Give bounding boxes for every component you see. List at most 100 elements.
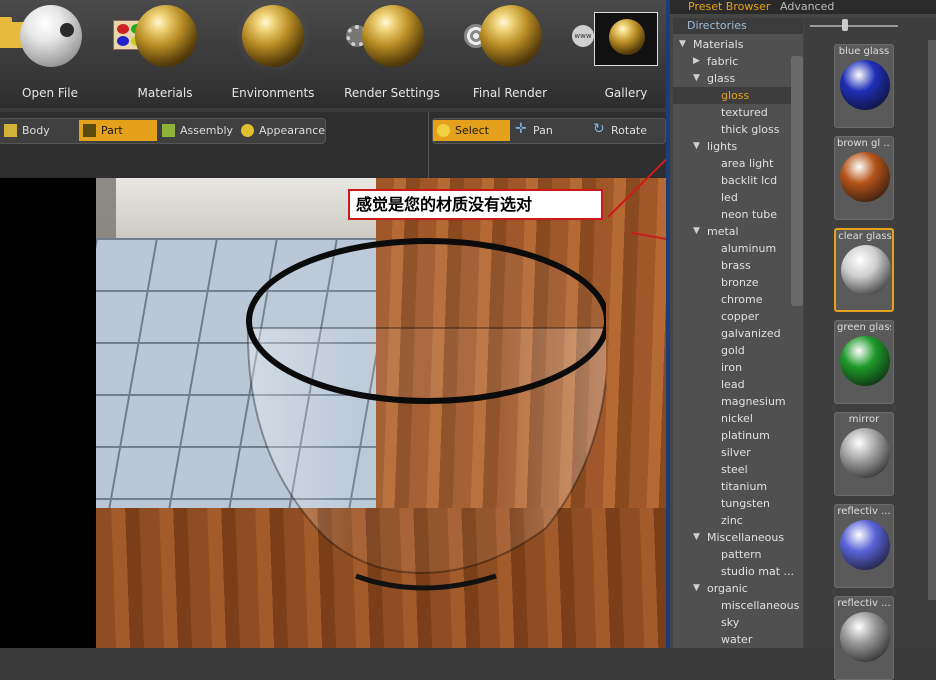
tree-item-gold[interactable]: gold: [673, 342, 791, 359]
gallery-sphere: [609, 19, 645, 55]
tree-item-silver[interactable]: silver: [673, 444, 791, 461]
preset-label: green glass: [837, 322, 891, 333]
select-button[interactable]: Select: [433, 120, 510, 141]
preset-label: clear glass: [838, 231, 892, 242]
panel-tabs: Preset Browser Advanced: [670, 0, 936, 14]
pan-button[interactable]: ✛ Pan: [511, 120, 588, 141]
select-cursor-icon: [437, 124, 450, 137]
preset-scrollbar[interactable]: [928, 40, 936, 600]
toolbar-label: Render Settings: [344, 86, 440, 100]
rotate-icon: ↻: [593, 121, 605, 137]
material-preview-ball: [840, 520, 890, 570]
material-preview-ball: [840, 152, 890, 202]
tree-item-galvanized[interactable]: galvanized: [673, 325, 791, 342]
preset-label: mirror: [848, 414, 880, 425]
button-label: Body: [22, 124, 50, 137]
tree-item-studio-mat[interactable]: studio mat ...: [673, 563, 794, 580]
expand-arrow-icon[interactable]: ▼: [693, 223, 700, 240]
tree-item-led[interactable]: led: [673, 189, 791, 206]
expand-arrow-icon[interactable]: ▼: [693, 580, 700, 597]
render-viewport[interactable]: [0, 178, 666, 648]
body-button[interactable]: Body: [0, 120, 78, 141]
tree-item-chrome[interactable]: chrome: [673, 291, 791, 308]
toolbar-final-render[interactable]: Final Render: [450, 0, 570, 108]
tree-item-materials[interactable]: ▼ Materials: [673, 36, 791, 53]
tree-item-zinc[interactable]: zinc: [673, 512, 791, 529]
annotation-callout: 感觉是您的材质没有选对: [348, 189, 603, 220]
expand-arrow-icon[interactable]: ▼: [693, 70, 700, 87]
collapse-arrow-icon[interactable]: ▶: [693, 53, 700, 70]
expand-arrow-icon[interactable]: ▼: [693, 138, 700, 155]
tree-item-gloss[interactable]: gloss: [673, 87, 791, 104]
tree-item-copper[interactable]: copper: [673, 308, 791, 325]
tree-item-textured[interactable]: textured: [673, 104, 791, 121]
preset-swatch[interactable]: blue glass: [834, 44, 894, 128]
gold-sphere-icon: [480, 5, 542, 67]
toolbar-render-settings[interactable]: Render Settings: [332, 0, 452, 108]
tree-item-label: platinum: [721, 429, 770, 442]
tree-item-brass[interactable]: brass: [673, 257, 791, 274]
preset-swatch[interactable]: clear glass: [834, 228, 894, 312]
tree-item-neon-tube[interactable]: neon tube: [673, 206, 791, 223]
tree-item-nickel[interactable]: nickel: [673, 410, 791, 427]
part-button[interactable]: Part: [79, 120, 157, 141]
preset-label: blue glass: [838, 46, 890, 57]
tree-item-fabric[interactable]: ▶ fabric: [673, 53, 791, 70]
tree-item-metal[interactable]: ▼ metal: [673, 223, 791, 240]
rendered-scene: [96, 178, 666, 648]
material-preview-ball: [840, 336, 890, 386]
tree-item-label: organic: [707, 582, 748, 595]
tree-item-miscellaneous[interactable]: ▼ Miscellaneous: [673, 529, 791, 546]
toolbar-environments[interactable]: Environments: [213, 0, 333, 108]
tree-item-organic[interactable]: ▼ organic: [673, 580, 791, 597]
toolbar-open-file[interactable]: Open File: [0, 0, 110, 108]
tree-item-thick-gloss[interactable]: thick gloss: [673, 121, 791, 138]
tree-item-area-light[interactable]: area light: [673, 155, 791, 172]
tab-preset-browser[interactable]: Preset Browser: [688, 0, 770, 14]
preset-swatch[interactable]: reflectiv ...: [834, 596, 894, 680]
pan-arrows-icon: ✛: [515, 121, 527, 137]
part-icon: [83, 124, 96, 137]
tree-item-label: Materials: [693, 38, 744, 51]
expand-arrow-icon[interactable]: ▼: [679, 36, 686, 53]
tree-item-tungsten[interactable]: tungsten: [673, 495, 791, 512]
expand-arrow-icon[interactable]: ▼: [693, 529, 700, 546]
tree-item-backlit-lcd[interactable]: backlit lcd: [673, 172, 791, 189]
tree-item-platinum[interactable]: platinum: [673, 427, 791, 444]
thumbnail-size-slider[interactable]: [810, 25, 898, 27]
tree-item-label: textured: [721, 106, 768, 119]
toolbar-label: Environments: [231, 86, 315, 100]
www-icon: www: [572, 25, 594, 47]
directory-scrollbar[interactable]: [791, 56, 803, 306]
tree-item-magnesium[interactable]: magnesium: [673, 393, 791, 410]
tree-item-glass[interactable]: ▼ glass: [673, 70, 791, 87]
tree-item-pattern[interactable]: pattern: [673, 546, 791, 563]
tree-item-bronze[interactable]: bronze: [673, 274, 791, 291]
preset-swatch[interactable]: brown gl ...: [834, 136, 894, 220]
gold-sphere-icon: [362, 5, 424, 67]
tree-item-label: copper: [721, 310, 760, 323]
tree-item-label: thick gloss: [721, 123, 780, 136]
preset-swatch[interactable]: green glass: [834, 320, 894, 404]
tree-item-titanium[interactable]: titanium: [673, 478, 791, 495]
preset-swatch[interactable]: mirror: [834, 412, 894, 496]
material-preview-ball: [841, 245, 891, 295]
tree-item-water[interactable]: water: [673, 631, 791, 648]
tree-item-steel[interactable]: steel: [673, 461, 791, 478]
tree-item-lights[interactable]: ▼ lights: [673, 138, 791, 155]
tree-item-iron[interactable]: iron: [673, 359, 791, 376]
tree-item-miscellaneous[interactable]: miscellaneous: [673, 597, 799, 614]
preset-swatch[interactable]: reflectiv ...: [834, 504, 894, 588]
tab-advanced[interactable]: Advanced: [780, 0, 834, 14]
assembly-button[interactable]: Assembly: [158, 120, 236, 141]
appearance-button[interactable]: Appearance: [237, 120, 325, 141]
rotate-button[interactable]: ↻ Rotate: [589, 120, 664, 141]
tree-item-lead[interactable]: lead: [673, 376, 791, 393]
tree-item-label: titanium: [721, 480, 768, 493]
tree-item-aluminum[interactable]: aluminum: [673, 240, 791, 257]
slider-handle[interactable]: [842, 19, 848, 31]
tree-item-sky[interactable]: sky: [673, 614, 791, 631]
toolbar-materials[interactable]: Materials: [105, 0, 225, 108]
tree-item-label: gloss: [721, 89, 750, 102]
tree-item-label: area light: [721, 157, 774, 170]
